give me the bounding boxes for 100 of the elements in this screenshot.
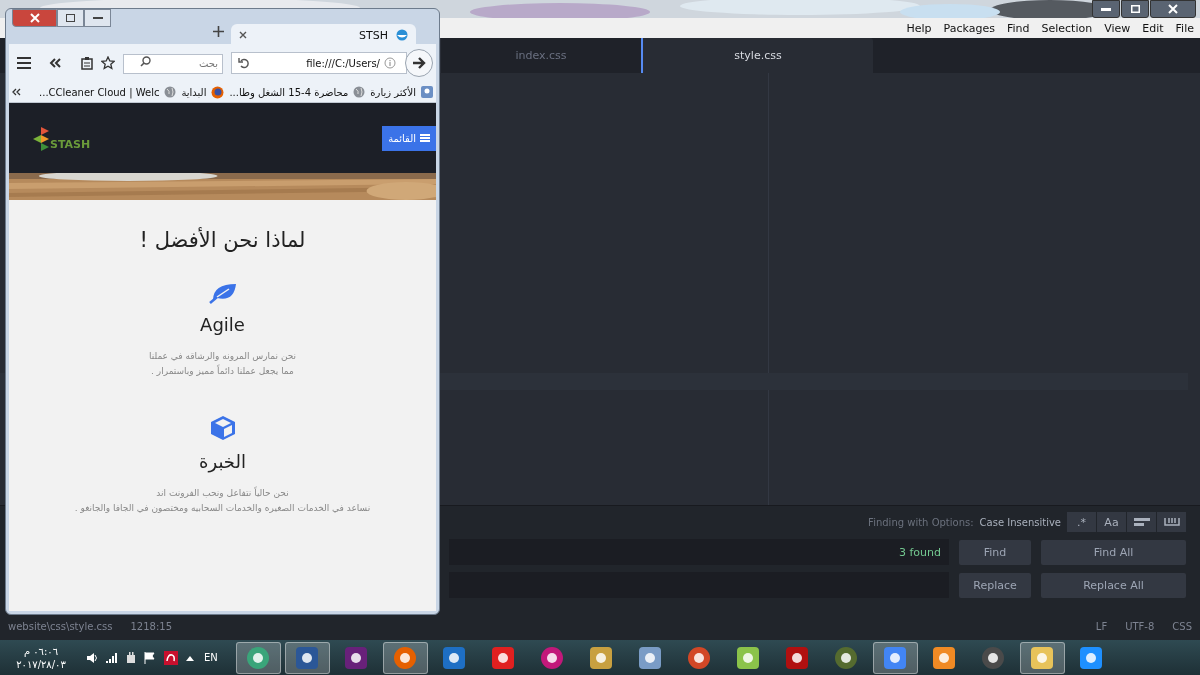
feature-description: نساعد في الخدمات الصغيره والخدمات السحابيه ومختصون في الجافا والجانغو .	[74, 502, 371, 515]
power-icon[interactable]	[126, 651, 136, 664]
app-icon	[687, 645, 712, 670]
section-heading: لماذا نحن الأفضل !	[139, 228, 306, 252]
forward-button[interactable]	[405, 49, 433, 77]
replace-all-button[interactable]: Replace All	[1041, 572, 1186, 598]
options-label: Finding with Options:	[868, 516, 974, 528]
match-count: 3 found	[898, 545, 941, 559]
option-toggle[interactable]: Aa	[1097, 512, 1126, 532]
app-icon	[491, 645, 516, 670]
find-all-button[interactable]: Find All	[1041, 539, 1186, 565]
menu-item[interactable]: Packages	[943, 21, 995, 35]
cube-icon	[209, 415, 236, 441]
globe-icon	[353, 86, 366, 98]
option-toggle[interactable]	[1157, 512, 1186, 532]
clock-time[interactable]: ٠٦:٠٦ م	[23, 644, 59, 658]
reload-icon[interactable]	[238, 57, 250, 69]
flag-icon[interactable]	[144, 651, 156, 664]
antivirus-icon[interactable]	[164, 650, 178, 665]
globe-icon	[164, 86, 177, 98]
editor-tab[interactable]: style.css	[641, 38, 873, 73]
close-icon	[29, 13, 40, 23]
menu-button[interactable]: القائمة	[382, 125, 436, 151]
app-icon	[589, 645, 614, 670]
bookmark[interactable]: البداية	[181, 86, 207, 98]
feature-title: Agile	[200, 314, 245, 335]
app-icon	[883, 645, 908, 670]
up-arrow-icon[interactable]	[186, 654, 194, 661]
taskbar-app[interactable]	[235, 641, 281, 674]
whole-word-icon	[1163, 518, 1180, 526]
selection-icon	[1133, 518, 1150, 526]
app-icon	[442, 645, 467, 670]
taskbar-app[interactable]	[284, 641, 330, 674]
options-value: Case Insensitive	[979, 516, 1061, 528]
cursor-position[interactable]: 1218:15	[130, 620, 173, 632]
app-icon	[1030, 645, 1055, 670]
replace-button[interactable]: Replace	[959, 572, 1031, 598]
option-toggle[interactable]	[1127, 512, 1156, 532]
logo-text: STASH	[50, 137, 91, 151]
app-icon	[393, 645, 418, 670]
menu-item[interactable]: Edit	[1142, 21, 1164, 35]
restore-icon	[66, 14, 75, 22]
close-icon[interactable]	[239, 31, 247, 39]
search-icon	[140, 56, 151, 68]
feature-description: مما يجعل عملنا دائماً مميز وباستمرار .	[151, 364, 294, 378]
browser-tab[interactable]: STSH	[231, 24, 416, 46]
arrow-icon	[412, 57, 426, 69]
menu-icon[interactable]	[17, 57, 31, 69]
app-icon	[1079, 645, 1104, 670]
app-icon	[540, 645, 565, 670]
double-chevron-icon[interactable]	[49, 58, 61, 68]
option-toggle[interactable]: .*	[1067, 512, 1096, 532]
globe-icon	[396, 29, 408, 41]
find-button[interactable]: Find	[959, 539, 1031, 565]
triangles-logo-icon	[33, 125, 49, 151]
star-icon[interactable]	[101, 56, 115, 70]
restore-button[interactable]	[57, 9, 84, 27]
signal-icon[interactable]	[106, 652, 118, 663]
file-path[interactable]: website\css\style.css	[8, 620, 113, 632]
menu-item[interactable]: Help	[906, 21, 932, 35]
app-icon	[834, 645, 859, 670]
search-field[interactable]: بحث	[123, 53, 223, 74]
app-icon	[246, 645, 271, 670]
menu-item[interactable]: Selection	[1041, 21, 1093, 35]
feature-title: الخبرة	[199, 451, 246, 472]
minimize-icon	[1101, 7, 1111, 11]
clock-date[interactable]: ٢٠١٧/٢٨/٠٣	[16, 657, 66, 671]
clipboard-icon[interactable]	[81, 56, 93, 70]
minimize-button[interactable]	[84, 9, 111, 27]
menu-icon	[420, 134, 430, 142]
taskbar-app[interactable]	[872, 641, 918, 674]
new-tab-icon[interactable]	[213, 26, 224, 37]
restore-button[interactable]	[1121, 0, 1149, 18]
bookmark[interactable]: محاضرة 4-15 الشغل وطا...	[229, 86, 349, 98]
minimize-button[interactable]	[1092, 0, 1120, 18]
language-indicator[interactable]: EN	[204, 652, 218, 663]
menu-item[interactable]: File	[1175, 21, 1194, 35]
taskbar-app[interactable]	[1019, 641, 1065, 674]
find-field[interactable]: 3 found	[449, 539, 949, 565]
status-item[interactable]: CSS	[1172, 620, 1192, 632]
status-item[interactable]: UTF-8	[1125, 620, 1155, 632]
app-icon	[932, 645, 957, 670]
address-bar[interactable]: file:///C:/Users/	[231, 52, 407, 74]
taskbar-app[interactable]	[382, 641, 428, 674]
feature-description: نحن حالياً نتفاعل ونحب الفرونت اند	[156, 486, 289, 500]
restore-icon	[1130, 5, 1140, 13]
app-icon	[736, 645, 761, 670]
status-item[interactable]: LF	[1095, 620, 1108, 632]
close-button[interactable]	[1150, 0, 1196, 18]
close-icon	[1168, 4, 1178, 14]
speaker-icon[interactable]	[86, 651, 98, 664]
bookmark[interactable]: CCleaner Cloud | Welc...	[39, 86, 160, 98]
app-icon	[638, 645, 663, 670]
double-chevron-icon[interactable]	[12, 88, 21, 96]
menu-item[interactable]: View	[1104, 21, 1131, 35]
menu-item[interactable]: Find	[1006, 21, 1030, 35]
bookmark[interactable]: الأكثر زيارة	[370, 86, 416, 98]
app-icon	[295, 645, 320, 670]
feature-description: نحن نمارس المرونه والرشاقه في عملنا	[148, 350, 297, 363]
bookmark-icon[interactable]	[421, 86, 433, 98]
